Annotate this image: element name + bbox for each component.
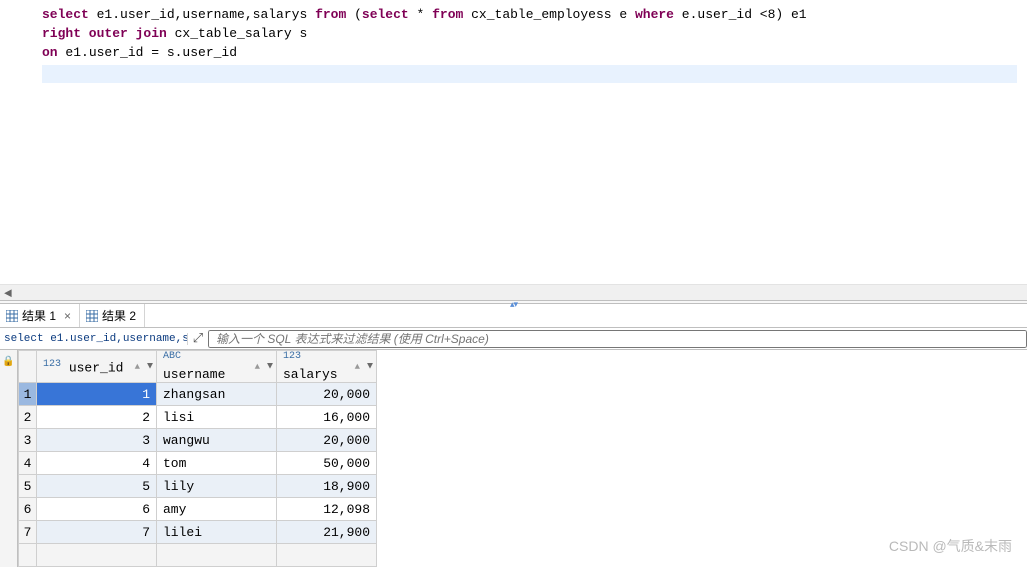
sql-line-1: select e1.user_id,username,salarys from … (42, 6, 1017, 25)
cell-salarys[interactable]: 18,900 (277, 475, 377, 498)
filter-input[interactable] (208, 330, 1027, 348)
cell-user-id[interactable]: 6 (37, 498, 157, 521)
cell-username[interactable]: lilei (157, 521, 277, 544)
sql-editor[interactable]: select e1.user_id,username,salarys from … (0, 0, 1027, 284)
row-number[interactable]: 1 (19, 383, 37, 406)
table-row[interactable]: 22lisi16,000 (19, 406, 377, 429)
tab-result-2-label: 结果 2 (102, 307, 136, 324)
col-header-user-id[interactable]: 123 user_id▲▼ (37, 351, 157, 383)
table-row[interactable]: 77lilei21,900 (19, 521, 377, 544)
col-header-username[interactable]: ABC username▲▼ (157, 351, 277, 383)
filter-icon[interactable]: ▼ (267, 361, 273, 372)
row-number[interactable]: 5 (19, 475, 37, 498)
table-row[interactable]: 44tom50,000 (19, 452, 377, 475)
table-row[interactable]: 66amy12,098 (19, 498, 377, 521)
lock-column: 🔒 (0, 350, 18, 567)
row-number[interactable]: 6 (19, 498, 37, 521)
cell-salarys[interactable]: 20,000 (277, 429, 377, 452)
table-row[interactable]: 11zhangsan20,000 (19, 383, 377, 406)
filter-bar: select e1.user_id,username,sala ⤢ (0, 328, 1027, 350)
sql-line-2: right outer join cx_table_salary s (42, 25, 1017, 44)
filter-icon[interactable]: ▼ (367, 361, 373, 372)
table-row[interactable]: 33wangwu20,000 (19, 429, 377, 452)
sort-icon[interactable]: ▲ (255, 362, 260, 372)
tab-result-2[interactable]: 结果 2 (80, 304, 145, 327)
table-row[interactable]: 55lily18,900 (19, 475, 377, 498)
tab-result-1-label: 结果 1 (22, 307, 56, 324)
cell-username[interactable]: lisi (157, 406, 277, 429)
corner-cell (19, 351, 37, 383)
cell-user-id[interactable]: 2 (37, 406, 157, 429)
editor-current-line[interactable] (42, 65, 1017, 83)
cell-username[interactable]: zhangsan (157, 383, 277, 406)
sort-icon[interactable]: ▲ (355, 362, 360, 372)
row-number[interactable]: 7 (19, 521, 37, 544)
row-number[interactable]: 2 (19, 406, 37, 429)
row-number[interactable]: 4 (19, 452, 37, 475)
cell-user-id[interactable]: 1 (37, 383, 157, 406)
expand-icon[interactable]: ⤢ (188, 331, 208, 346)
table-row-empty (19, 544, 377, 567)
row-number[interactable]: 3 (19, 429, 37, 452)
filter-icon[interactable]: ▼ (147, 361, 153, 372)
sql-line-3: on e1.user_id = s.user_id (42, 44, 1017, 63)
sort-icon[interactable]: ▲ (135, 362, 140, 372)
result-grid: 123 user_id▲▼ ABC username▲▼ 123 salarys… (18, 350, 377, 567)
cell-username[interactable]: amy (157, 498, 277, 521)
pane-splitter[interactable]: ▴▾ (0, 300, 1027, 304)
cell-salarys[interactable]: 12,098 (277, 498, 377, 521)
cell-user-id[interactable]: 4 (37, 452, 157, 475)
editor-h-scrollbar[interactable]: ◄ (0, 284, 1027, 300)
grid-icon (86, 310, 98, 322)
cell-user-id[interactable]: 7 (37, 521, 157, 544)
tab-result-1[interactable]: 结果 1 × (0, 304, 80, 327)
col-header-salarys[interactable]: 123 salarys▲▼ (277, 351, 377, 383)
cell-user-id[interactable]: 3 (37, 429, 157, 452)
cell-salarys[interactable]: 20,000 (277, 383, 377, 406)
cell-salarys[interactable]: 16,000 (277, 406, 377, 429)
splitter-grip-icon: ▴▾ (510, 300, 517, 310)
query-summary: select e1.user_id,username,sala (0, 333, 188, 345)
cell-username[interactable]: wangwu (157, 429, 277, 452)
cell-salarys[interactable]: 50,000 (277, 452, 377, 475)
close-icon[interactable]: × (64, 309, 71, 323)
lock-icon: 🔒 (2, 357, 14, 368)
grid-icon (6, 310, 18, 322)
cell-username[interactable]: tom (157, 452, 277, 475)
cell-username[interactable]: lily (157, 475, 277, 498)
scroll-left-icon[interactable]: ◄ (0, 285, 16, 301)
cell-salarys[interactable]: 21,900 (277, 521, 377, 544)
cell-user-id[interactable]: 5 (37, 475, 157, 498)
